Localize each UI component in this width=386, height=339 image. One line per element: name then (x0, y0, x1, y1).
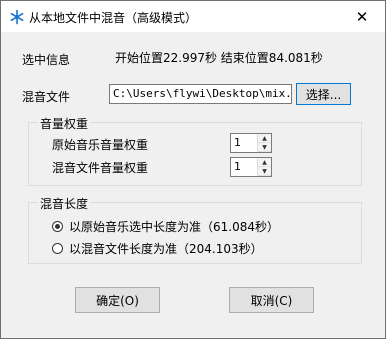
ok-button[interactable]: 确定(O) (75, 287, 160, 313)
spin-up-icon[interactable]: ▲ (258, 158, 271, 167)
mix-volume-spinbox[interactable]: 1 ▲ ▼ (230, 157, 272, 177)
original-volume-spinner[interactable]: ▲ ▼ (257, 134, 271, 152)
radio-unchecked-icon[interactable] (52, 243, 63, 254)
close-icon: ✕ (355, 7, 369, 26)
spin-down-icon[interactable]: ▼ (258, 167, 271, 176)
original-volume-spinbox[interactable]: 1 ▲ ▼ (230, 133, 272, 153)
radio-checked-icon[interactable] (52, 221, 63, 232)
title-bar: 从本地文件中混音（高级模式） ✕ (1, 1, 385, 32)
mix-volume-value: 1 (234, 160, 241, 173)
snowflake-icon (10, 9, 24, 25)
close-button[interactable]: ✕ (339, 1, 385, 32)
radio-original-length[interactable]: 以原始音乐选中长度为准（61.084秒） (52, 218, 279, 235)
original-volume-value: 1 (234, 136, 241, 149)
mix-length-title: 混音长度 (38, 195, 91, 212)
mix-volume-label: 混音文件音量权重 (52, 161, 149, 175)
dialog-window: 从本地文件中混音（高级模式） ✕ 选中信息 开始位置22.997秒 结束位置84… (0, 0, 386, 339)
radio-original-length-label: 以原始音乐选中长度为准（61.084秒） (69, 220, 279, 234)
radio-mix-length-label: 以混音文件长度为准（204.103秒） (69, 242, 263, 256)
cancel-button[interactable]: 取消(C) (229, 287, 314, 313)
mix-file-path-input[interactable]: C:\Users\flywi\Desktop\mix.mp3 (109, 84, 292, 104)
spin-down-icon[interactable]: ▼ (258, 143, 271, 152)
spin-up-icon[interactable]: ▲ (258, 134, 271, 143)
mix-volume-spinner[interactable]: ▲ ▼ (257, 158, 271, 176)
radio-mix-length[interactable]: 以混音文件长度为准（204.103秒） (52, 240, 263, 257)
browse-button[interactable]: 选择... (296, 83, 351, 105)
volume-weight-title: 音量权重 (38, 115, 91, 132)
original-volume-label: 原始音乐音量权重 (52, 138, 149, 152)
selection-label: 选中信息 (22, 53, 71, 67)
window-title: 从本地文件中混音（高级模式） (29, 11, 198, 25)
mix-file-label: 混音文件 (22, 90, 71, 104)
selection-info: 开始位置22.997秒 结束位置84.081秒 (115, 51, 323, 65)
